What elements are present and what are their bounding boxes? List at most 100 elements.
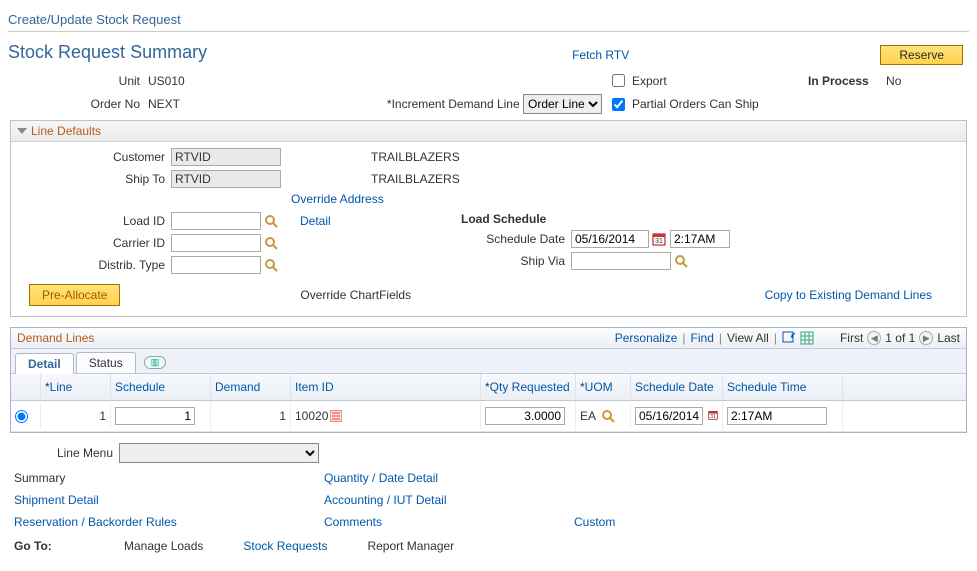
goto-label: Go To: bbox=[14, 539, 84, 553]
partial-orders-label: Partial Orders Can Ship bbox=[632, 97, 759, 111]
shipto-label: Ship To bbox=[21, 172, 171, 186]
page-title: Create/Update Stock Request bbox=[8, 12, 969, 27]
customer-desc: TRAILBLAZERS bbox=[371, 150, 460, 164]
prev-button[interactable]: ◀ bbox=[867, 331, 881, 345]
demand-lines-grid: Demand Lines Personalize | Find | View A… bbox=[10, 327, 967, 433]
export-checkbox[interactable] bbox=[612, 74, 625, 87]
reservation-backorder-link[interactable]: Reservation / Backorder Rules bbox=[14, 515, 324, 529]
shipto-input bbox=[171, 170, 281, 188]
customer-input bbox=[171, 148, 281, 166]
svg-text:31: 31 bbox=[655, 238, 663, 245]
increment-select[interactable]: Order Line bbox=[523, 94, 602, 114]
carrier-label: Carrier ID bbox=[21, 236, 171, 250]
svg-text:31: 31 bbox=[710, 414, 716, 420]
shipvia-input[interactable] bbox=[571, 252, 671, 270]
copy-existing-link[interactable]: Copy to Existing Demand Lines bbox=[765, 288, 932, 302]
detail-link[interactable]: Detail bbox=[300, 214, 331, 228]
lookup-icon[interactable] bbox=[264, 258, 278, 272]
divider bbox=[8, 31, 969, 32]
related-item-icon[interactable] bbox=[330, 410, 342, 422]
distrib-label: Distrib. Type bbox=[21, 258, 171, 272]
col-line[interactable]: Line bbox=[45, 380, 72, 394]
export-label: Export bbox=[632, 74, 667, 88]
col-uom[interactable]: UOM bbox=[580, 380, 613, 394]
last-label: Last bbox=[937, 331, 960, 345]
first-label: First bbox=[840, 331, 863, 345]
col-sched-date[interactable]: Schedule Date bbox=[635, 380, 714, 394]
lookup-icon[interactable] bbox=[601, 409, 615, 423]
pre-allocate-button[interactable]: Pre-Allocate bbox=[29, 284, 120, 306]
col-qty[interactable]: Qty Requested bbox=[485, 380, 570, 394]
calendar-icon[interactable]: 31 bbox=[708, 409, 718, 423]
row-uom: EA bbox=[580, 409, 596, 423]
in-process-label: In Process bbox=[808, 74, 877, 88]
row-itemid: 10020 bbox=[295, 409, 328, 423]
order-no-value: NEXT bbox=[148, 97, 348, 111]
unit-label: Unit bbox=[8, 74, 148, 88]
unit-value: US010 bbox=[148, 74, 348, 88]
stock-requests-link[interactable]: Stock Requests bbox=[243, 539, 327, 553]
pager-label: 1 of 1 bbox=[885, 331, 915, 345]
show-all-columns-icon[interactable]: ▥ bbox=[144, 356, 167, 369]
collapse-icon bbox=[17, 128, 27, 134]
in-process-value: No bbox=[886, 74, 901, 88]
carrier-input[interactable] bbox=[171, 234, 261, 252]
increment-label: *Increment Demand Line bbox=[387, 97, 520, 111]
comments-link[interactable]: Comments bbox=[324, 515, 574, 529]
line-menu-select[interactable] bbox=[119, 443, 319, 463]
loadid-input[interactable] bbox=[171, 212, 261, 230]
tab-status[interactable]: Status bbox=[76, 352, 136, 373]
grid-title: Demand Lines bbox=[17, 331, 94, 345]
row-schedule-input[interactable] bbox=[115, 407, 195, 425]
shipment-detail-link[interactable]: Shipment Detail bbox=[14, 493, 324, 507]
line-menu-label: Line Menu bbox=[14, 446, 119, 460]
lookup-icon[interactable] bbox=[674, 254, 688, 268]
schedule-date-input[interactable] bbox=[571, 230, 649, 248]
line-defaults-title: Line Defaults bbox=[31, 124, 101, 138]
find-link[interactable]: Find bbox=[691, 331, 714, 345]
customer-label: Customer bbox=[21, 150, 171, 164]
override-chartfields-label: Override ChartFields bbox=[300, 288, 411, 302]
view-all-label: View All bbox=[727, 331, 769, 345]
personalize-link[interactable]: Personalize bbox=[615, 331, 678, 345]
fetch-rtv-link[interactable]: Fetch RTV bbox=[572, 48, 629, 62]
row-qty-input[interactable] bbox=[485, 407, 565, 425]
manage-loads-text: Manage Loads bbox=[124, 539, 203, 553]
summary-text: Summary bbox=[14, 471, 324, 485]
schedule-date-label: Schedule Date bbox=[461, 232, 571, 246]
load-schedule-label: Load Schedule bbox=[461, 212, 546, 226]
calendar-icon[interactable]: 31 bbox=[652, 232, 666, 246]
line-defaults-header[interactable]: Line Defaults bbox=[11, 121, 966, 142]
col-itemid[interactable]: Item ID bbox=[295, 380, 334, 394]
lookup-icon[interactable] bbox=[264, 214, 278, 228]
row-select-radio[interactable] bbox=[15, 410, 28, 423]
row-demand: 1 bbox=[279, 409, 286, 423]
next-button[interactable]: ▶ bbox=[919, 331, 933, 345]
tab-detail[interactable]: Detail bbox=[15, 353, 74, 374]
order-no-label: Order No bbox=[8, 97, 148, 111]
col-demand[interactable]: Demand bbox=[215, 380, 260, 394]
table-row: 1 1 10020 EA 31 bbox=[11, 401, 966, 432]
download-icon[interactable] bbox=[800, 331, 814, 345]
row-sched-date-input[interactable] bbox=[635, 407, 703, 425]
col-schedule[interactable]: Schedule bbox=[115, 380, 165, 394]
line-defaults-panel: Line Defaults Customer TRAILBLAZERS Ship… bbox=[10, 120, 967, 317]
accounting-iut-link[interactable]: Accounting / IUT Detail bbox=[324, 493, 574, 507]
override-address-link[interactable]: Override Address bbox=[291, 192, 384, 206]
lookup-icon[interactable] bbox=[264, 236, 278, 250]
shipto-desc: TRAILBLAZERS bbox=[371, 172, 460, 186]
schedule-time-input[interactable] bbox=[670, 230, 730, 248]
reserve-button[interactable]: Reserve bbox=[880, 45, 963, 65]
partial-orders-checkbox[interactable] bbox=[612, 98, 625, 111]
report-manager-text: Report Manager bbox=[367, 539, 454, 553]
custom-link[interactable]: Custom bbox=[574, 515, 824, 529]
distrib-input[interactable] bbox=[171, 256, 261, 274]
row-sched-time-input[interactable] bbox=[727, 407, 827, 425]
loadid-label: Load ID bbox=[21, 214, 171, 228]
zoom-icon[interactable] bbox=[782, 331, 796, 345]
qty-date-detail-link[interactable]: Quantity / Date Detail bbox=[324, 471, 574, 485]
row-line: 1 bbox=[99, 409, 106, 423]
shipvia-label: Ship Via bbox=[461, 254, 571, 268]
section-title: Stock Request Summary bbox=[8, 42, 207, 63]
col-sched-time[interactable]: Schedule Time bbox=[727, 380, 806, 394]
